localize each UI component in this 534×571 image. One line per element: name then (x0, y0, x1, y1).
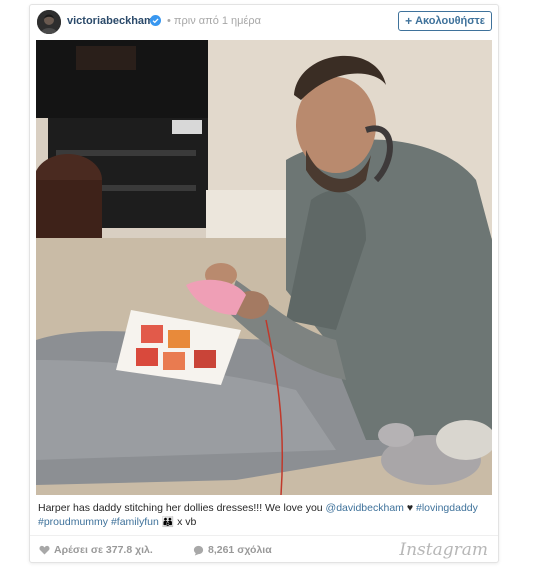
comments-count[interactable]: 8,261 σχόλια (193, 544, 272, 556)
family-emoji: 👪 (161, 517, 175, 528)
follow-button-label: Ακολουθήστε (415, 15, 485, 27)
post-footer: Αρέσει σε 377.8 χιλ. 8,261 σχόλια Instag… (30, 535, 498, 563)
plus-icon: + (405, 14, 413, 28)
heart-icon (39, 545, 50, 555)
comment-icon (193, 545, 204, 556)
caption-text: Harper has daddy stitching her dollies d… (38, 502, 326, 514)
post-photo[interactable] (36, 40, 492, 495)
username-link[interactable]: victoriabeckham (67, 15, 154, 27)
hashtag-link[interactable]: #lovingdaddy (416, 502, 478, 514)
follow-button[interactable]: + Ακολουθήστε (398, 11, 492, 31)
comments-label: 8,261 σχόλια (208, 544, 272, 556)
instagram-post-card: victoriabeckham • πριν από 1 ημέρα + Ακο… (29, 4, 499, 563)
avatar-image (37, 10, 61, 34)
hashtag-link[interactable]: #proudmummy (38, 516, 108, 528)
post-timestamp[interactable]: • πριν από 1 ημέρα (167, 15, 261, 27)
avatar[interactable] (37, 10, 61, 34)
heart-emoji: ♥ (403, 502, 416, 514)
hashtag-link[interactable]: #familyfun (111, 516, 159, 528)
mention-link[interactable]: @davidbeckham (326, 502, 404, 514)
caption-signoff: x vb (174, 516, 197, 528)
instagram-logo[interactable]: Instagram (399, 540, 488, 560)
likes-count[interactable]: Αρέσει σε 377.8 χιλ. (39, 544, 153, 556)
likes-label: Αρέσει σε 377.8 χιλ. (54, 544, 153, 556)
post-header: victoriabeckham • πριν από 1 ημέρα + Ακο… (30, 5, 498, 39)
post-caption: Harper has daddy stitching her dollies d… (38, 501, 490, 530)
post-image (36, 40, 492, 495)
verified-badge-icon (150, 15, 161, 26)
